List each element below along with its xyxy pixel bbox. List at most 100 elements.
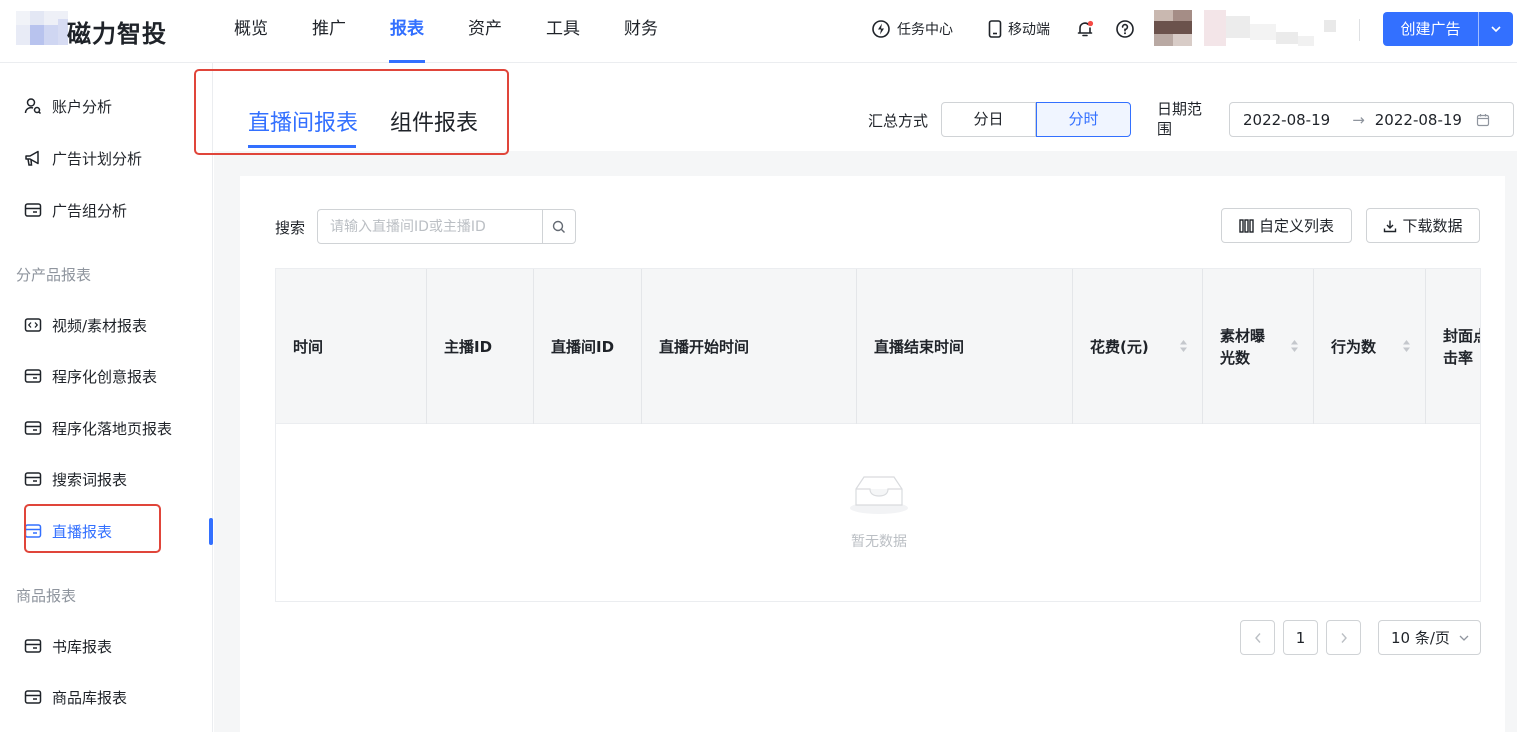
download-icon — [1384, 220, 1397, 232]
create-ad-label[interactable]: 创建广告 — [1383, 12, 1479, 46]
date-range-picker[interactable]: 2022-08-19 → 2022-08-19 — [1229, 102, 1514, 137]
chevron-down-icon — [1491, 26, 1501, 33]
phone-icon — [988, 20, 1002, 38]
sort-icon[interactable] — [1402, 338, 1411, 354]
brand-name[interactable]: 磁力智投 — [67, 14, 167, 49]
download-data-button[interactable]: 下载数据 — [1366, 208, 1480, 243]
column-header-anchor-id: 主播ID — [427, 269, 534, 424]
megaphone-icon — [25, 150, 39, 166]
chevron-right-icon — [1340, 632, 1347, 643]
sidebar-item-programmatic-landing-report[interactable]: 程序化落地页报表 — [24, 416, 172, 440]
help-button[interactable] — [1115, 18, 1141, 40]
custom-columns-label: 自定义列表 — [1258, 217, 1334, 235]
search-box — [317, 209, 576, 244]
mobile-link[interactable]: 移动端 — [988, 18, 1050, 40]
next-page-button[interactable] — [1326, 620, 1361, 655]
nav-item-assets[interactable]: 资产 — [446, 0, 524, 63]
sidebar-item-live-report[interactable]: 直播报表 — [24, 519, 112, 543]
search-label: 搜索 — [275, 219, 306, 237]
sidebar: 账户分析 广告计划分析 广告组分析 分产品报表 视频/素材报表 程序化创意报表 — [0, 63, 213, 732]
account-name[interactable] — [1204, 10, 1340, 50]
help-icon — [1116, 20, 1134, 38]
column-header-time: 时间 — [276, 269, 427, 424]
table-header: 时间 主播ID 直播间ID 直播开始时间 直播结束时间 花费(元) 素材曝光数 — [276, 269, 1480, 424]
report-tabbar: 直播间报表 组件报表 汇总方式 分日 分时 日期范围 2022-08-19 → … — [214, 63, 1517, 151]
column-header-material-impressions[interactable]: 素材曝光数 — [1203, 269, 1314, 424]
avatar[interactable] — [1154, 10, 1192, 50]
search-input[interactable] — [318, 210, 542, 243]
sidebar-item-account-analysis[interactable]: 账户分析 — [24, 94, 112, 118]
date-end[interactable]: 2022-08-19 — [1375, 111, 1462, 129]
date-arrow-icon: → — [1352, 110, 1365, 129]
nav-item-finance[interactable]: 财务 — [602, 0, 680, 63]
nav-item-promotion[interactable]: 推广 — [290, 0, 368, 63]
sidebar-item-label: 直播报表 — [52, 522, 113, 541]
top-nav-bar: 磁力智投 概览 推广 报表 资产 工具 财务 任务中心 移动端 创建广告 — [0, 0, 1517, 63]
column-header-actions[interactable]: 行为数 — [1314, 269, 1426, 424]
page-number-button[interactable]: 1 — [1283, 620, 1318, 655]
sidebar-item-programmatic-creative-report[interactable]: 程序化创意报表 — [24, 364, 157, 388]
page-size-select[interactable]: 10 条/页 — [1378, 620, 1481, 655]
folder-icon — [24, 421, 42, 435]
task-center-link[interactable]: 任务中心 — [871, 18, 953, 40]
sidebar-item-label: 视频/素材报表 — [52, 316, 148, 335]
create-ad-dropdown[interactable] — [1479, 12, 1513, 46]
logo-icon — [16, 11, 68, 45]
search-icon — [552, 220, 565, 233]
sidebar-item-label: 广告组分析 — [52, 201, 128, 220]
date-start[interactable]: 2022-08-19 — [1243, 111, 1330, 129]
live-report-table: 时间 主播ID 直播间ID 直播开始时间 直播结束时间 花费(元) 素材曝光数 — [275, 268, 1481, 602]
column-header-cover-ctr: 封面点击率 — [1426, 269, 1480, 424]
sidebar-item-label: 程序化落地页报表 — [52, 419, 173, 438]
chevron-left-icon — [1254, 632, 1261, 643]
summary-mode-label: 汇总方式 — [868, 112, 929, 130]
bell-icon — [1077, 20, 1094, 37]
sidebar-item-adgroup-analysis[interactable]: 广告组分析 — [24, 198, 127, 222]
nav-item-overview[interactable]: 概览 — [212, 0, 290, 63]
search-button[interactable] — [542, 210, 575, 243]
sidebar-item-search-term-report[interactable]: 搜索词报表 — [24, 467, 127, 491]
folder-icon — [24, 639, 42, 653]
video-icon — [24, 318, 42, 332]
sidebar-item-book-library-report[interactable]: 书库报表 — [24, 634, 112, 658]
chevron-down-icon — [1459, 635, 1469, 641]
lightning-icon — [872, 20, 890, 38]
column-header-cost[interactable]: 花费(元) — [1073, 269, 1203, 424]
empty-state: 暂无数据 — [276, 425, 1480, 601]
prev-page-button[interactable] — [1240, 620, 1275, 655]
folder-icon — [24, 472, 42, 486]
sidebar-active-indicator — [209, 518, 213, 545]
summary-mode-toggle: 分日 分时 — [941, 102, 1131, 137]
sidebar-item-goods-library-report[interactable]: 商品库报表 — [24, 685, 127, 709]
nav-item-reports[interactable]: 报表 — [368, 0, 446, 63]
tab-live-room-report[interactable]: 直播间报表 — [248, 105, 358, 137]
sidebar-item-video-material-report[interactable]: 视频/素材报表 — [24, 313, 147, 337]
column-header-live-start-time: 直播开始时间 — [642, 269, 857, 424]
empty-text: 暂无数据 — [851, 534, 907, 550]
create-ad-button[interactable]: 创建广告 — [1383, 12, 1513, 46]
main-nav: 概览 推广 报表 资产 工具 财务 — [212, 0, 680, 63]
segment-by-hour[interactable]: 分时 — [1036, 102, 1131, 137]
page-size-value: 10 条/页 — [1391, 629, 1450, 647]
nav-item-tools[interactable]: 工具 — [524, 0, 602, 63]
custom-columns-button[interactable]: 自定义列表 — [1221, 208, 1352, 243]
report-card: 搜索 自定义列表 下载数据 — [240, 176, 1505, 732]
folder-icon — [24, 524, 42, 538]
sort-icon[interactable] — [1179, 338, 1188, 354]
sidebar-group-goods-reports: 商品报表 — [16, 587, 77, 605]
tab-component-report[interactable]: 组件报表 — [390, 105, 478, 137]
sidebar-item-label: 账户分析 — [52, 97, 113, 116]
sidebar-item-campaign-analysis[interactable]: 广告计划分析 — [24, 146, 142, 170]
sort-icon[interactable] — [1290, 338, 1299, 354]
task-center-label: 任务中心 — [897, 22, 953, 38]
notification-button[interactable] — [1075, 18, 1101, 40]
header-divider — [1359, 19, 1360, 41]
tab-active-underline — [248, 145, 356, 148]
folder-icon — [24, 203, 42, 217]
date-range-label: 日期范围 — [1157, 100, 1203, 138]
columns-icon — [1239, 218, 1254, 233]
calendar-icon — [1476, 113, 1490, 126]
sidebar-item-label: 商品库报表 — [52, 688, 128, 707]
segment-by-day[interactable]: 分日 — [941, 102, 1036, 137]
sidebar-group-product-reports: 分产品报表 — [16, 266, 92, 284]
